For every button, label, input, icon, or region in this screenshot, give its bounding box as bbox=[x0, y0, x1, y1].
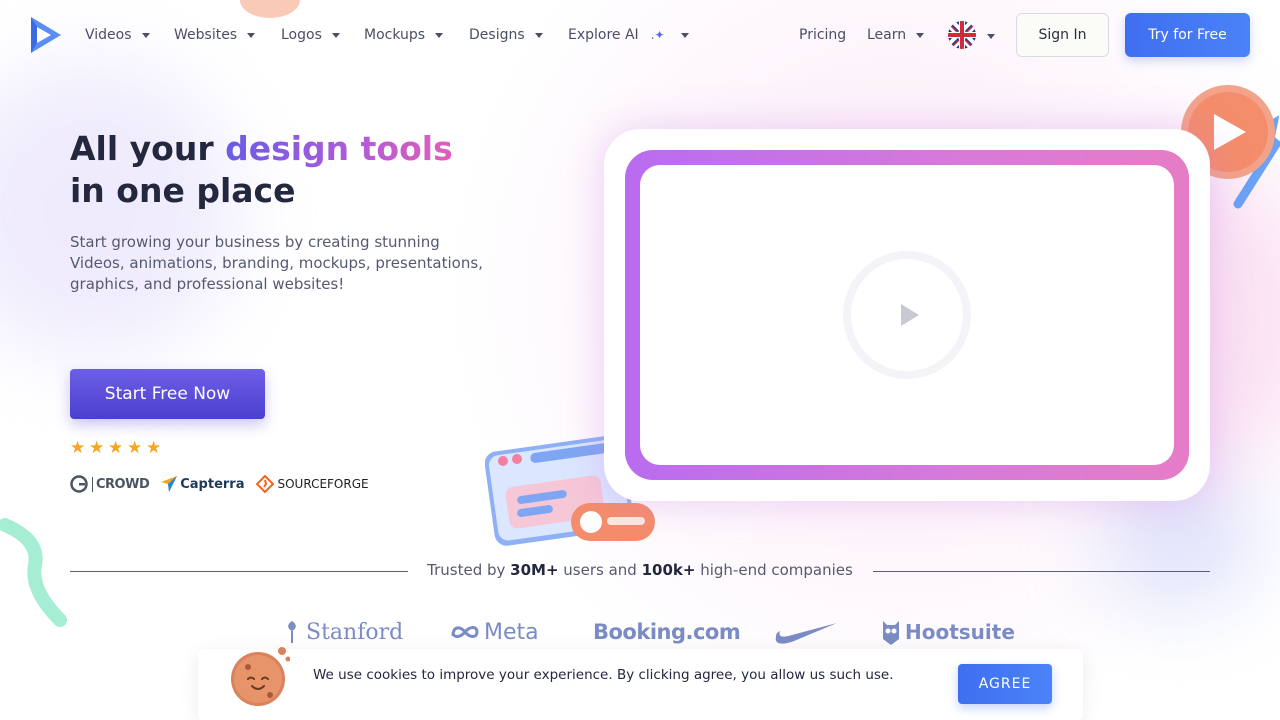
review-badges: CROWD Capterra SOURCEFORGE bbox=[70, 474, 369, 494]
hero-title: All your design tools in one place bbox=[70, 128, 490, 212]
star-icon: ★ bbox=[146, 438, 162, 458]
g2-logo-icon bbox=[70, 475, 88, 493]
trusted-text: Trusted by 30M+ users and 100k+ high-end… bbox=[410, 561, 870, 579]
sourceforge-badge: SOURCEFORGE bbox=[256, 475, 369, 493]
cookie-banner bbox=[198, 649, 1083, 720]
deco-squiggle-icon bbox=[0, 518, 67, 627]
trusted-users: 30M+ bbox=[510, 561, 559, 579]
capterra-logo-icon bbox=[161, 476, 178, 492]
stanford-logo: Stanford bbox=[282, 617, 403, 647]
nav-explore-ai[interactable]: Explore AI .✦ bbox=[568, 26, 689, 44]
nav-mockups-label: Mockups bbox=[364, 27, 426, 43]
g2-crowd-label: CROWD bbox=[92, 476, 150, 492]
hootsuite-logo: Hootsuite bbox=[881, 617, 1015, 647]
hero-title-pre: All your bbox=[70, 129, 226, 168]
stanford-label: Stanford bbox=[306, 619, 404, 645]
uk-flag-icon[interactable] bbox=[948, 21, 976, 49]
divider-left bbox=[70, 571, 408, 572]
nav-websites-label: Websites bbox=[174, 27, 238, 43]
nike-swoosh-icon bbox=[775, 623, 837, 644]
stanford-tree-icon bbox=[288, 621, 296, 643]
hero-title-highlight: design tools bbox=[225, 129, 453, 168]
chevron-down-icon bbox=[247, 32, 256, 38]
booking-label: Booking.com bbox=[593, 620, 741, 644]
divider-right bbox=[873, 571, 1210, 572]
nav-pricing-label: Pricing bbox=[799, 27, 847, 43]
sparkle-icon: .✦ bbox=[650, 28, 665, 42]
chevron-down-icon bbox=[331, 32, 340, 38]
language-chevron-down-icon[interactable] bbox=[987, 34, 995, 39]
nav-websites[interactable]: Websites bbox=[174, 26, 256, 44]
sign-in-button[interactable]: Sign In bbox=[1016, 13, 1109, 57]
agree-button[interactable]: AGREE bbox=[958, 664, 1052, 704]
hootsuite-owl-icon bbox=[883, 621, 899, 645]
sourceforge-logo-icon bbox=[256, 475, 275, 493]
top-nav: Videos Websites Logos Mockups Designs Ex… bbox=[0, 0, 1280, 70]
play-icon bbox=[901, 304, 919, 326]
chevron-down-icon bbox=[534, 32, 543, 38]
nav-logos[interactable]: Logos bbox=[281, 26, 340, 44]
chevron-down-icon bbox=[916, 32, 925, 38]
nav-videos-label: Videos bbox=[85, 27, 132, 43]
play-button[interactable] bbox=[843, 251, 971, 379]
meta-label: Meta bbox=[484, 619, 539, 645]
booking-logo: Booking.com bbox=[593, 617, 741, 647]
nav-pricing[interactable]: Pricing bbox=[799, 26, 846, 44]
nav-mockups[interactable]: Mockups bbox=[364, 26, 444, 44]
start-free-button[interactable]: Start Free Now bbox=[70, 369, 265, 419]
try-free-button[interactable]: Try for Free bbox=[1125, 13, 1250, 57]
star-icon: ★ bbox=[127, 438, 143, 458]
nav-explore-ai-label: Explore AI bbox=[568, 27, 639, 43]
capterra-label: Capterra bbox=[180, 476, 245, 492]
chevron-down-icon bbox=[435, 32, 444, 38]
hootsuite-label: Hootsuite bbox=[905, 620, 1015, 644]
rating-stars: ★ ★ ★ ★ ★ bbox=[70, 440, 163, 457]
chevron-down-icon bbox=[680, 32, 689, 38]
trusted-mid: users and bbox=[558, 561, 642, 579]
nav-logos-label: Logos bbox=[281, 27, 322, 43]
star-icon: ★ bbox=[108, 438, 124, 458]
chevron-down-icon bbox=[141, 32, 150, 38]
nike-logo bbox=[774, 617, 838, 647]
star-icon: ★ bbox=[70, 438, 86, 458]
star-icon: ★ bbox=[89, 438, 105, 458]
brand-logo-icon[interactable] bbox=[29, 15, 63, 55]
hero-title-post: in one place bbox=[70, 171, 296, 210]
capterra-badge: Capterra bbox=[161, 476, 244, 492]
cookie-icon bbox=[231, 647, 290, 706]
nav-designs-label: Designs bbox=[469, 27, 525, 43]
trusted-companies: 100k+ bbox=[641, 561, 696, 579]
cookie-text: We use cookies to improve your experienc… bbox=[313, 667, 894, 683]
g2-crowd-badge: CROWD bbox=[70, 475, 150, 493]
meta-infinity-icon bbox=[451, 626, 479, 638]
trusted-post: high-end companies bbox=[695, 561, 853, 579]
hero-subtitle: Start growing your business by creating … bbox=[70, 233, 483, 293]
nav-learn[interactable]: Learn bbox=[867, 26, 925, 44]
nav-videos[interactable]: Videos bbox=[85, 26, 150, 44]
nav-designs[interactable]: Designs bbox=[469, 26, 543, 44]
sourceforge-label: SOURCEFORGE bbox=[277, 477, 369, 491]
meta-logo: Meta bbox=[450, 617, 539, 647]
trusted-pre: Trusted by bbox=[427, 561, 511, 579]
nav-learn-label: Learn bbox=[867, 27, 907, 43]
